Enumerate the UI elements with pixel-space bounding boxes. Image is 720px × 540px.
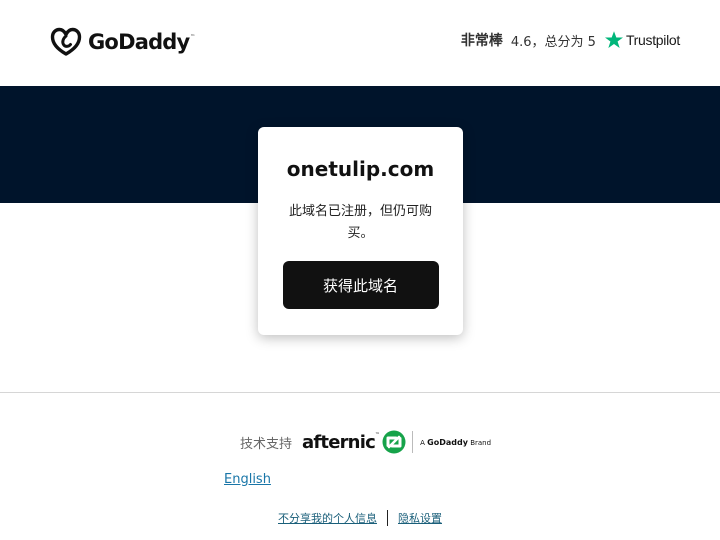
get-domain-button[interactable]: 获得此域名 bbox=[282, 261, 439, 309]
footer-link-separator bbox=[387, 510, 388, 526]
privacy-settings-link[interactable]: 隐私设置 bbox=[398, 510, 442, 526]
do-not-share-info-link[interactable]: 不分享我的个人信息 bbox=[278, 510, 377, 526]
site-header: GoDaddy ™ 非常棒 4.6，总分为 5 Trustpilot bbox=[0, 0, 720, 86]
trustpilot-link[interactable]: Trustpilot bbox=[604, 30, 680, 50]
afternic-wordmark: afternic™ bbox=[302, 431, 380, 453]
godaddy-logo-icon bbox=[50, 27, 82, 56]
powered-by-label: 技术支持 bbox=[240, 436, 293, 452]
godaddy-brand-note: A GoDaddy Brand bbox=[420, 437, 492, 447]
language-link[interactable]: English bbox=[224, 472, 271, 487]
domain-status-text: 此域名已注册，但仍可购买。 bbox=[288, 204, 432, 241]
logo-wordmark: GoDaddy ™ bbox=[88, 30, 195, 54]
domain-card: onetulip.com 此域名已注册，但仍可购买。 获得此域名 bbox=[258, 127, 463, 335]
rating-score: 4.6，总分为 5 bbox=[510, 34, 596, 50]
brand-separator bbox=[412, 431, 414, 453]
footer-divider bbox=[0, 392, 720, 393]
godaddy-logo[interactable]: GoDaddy ™ bbox=[50, 27, 195, 57]
footer-links: 不分享我的个人信息 隐私设置 bbox=[278, 510, 442, 526]
trustpilot-rating: 非常棒 4.6，总分为 5 Trustpilot bbox=[461, 30, 680, 50]
domain-name: onetulip.com bbox=[286, 157, 435, 181]
powered-by: 技术支持 afternic™ A GoDaddy Brand bbox=[240, 430, 491, 454]
trustpilot-star-icon bbox=[604, 31, 623, 48]
afternic-logo-icon bbox=[382, 430, 406, 454]
trustpilot-text: Trustpilot bbox=[625, 32, 680, 48]
rating-label: 非常棒 bbox=[460, 33, 503, 49]
